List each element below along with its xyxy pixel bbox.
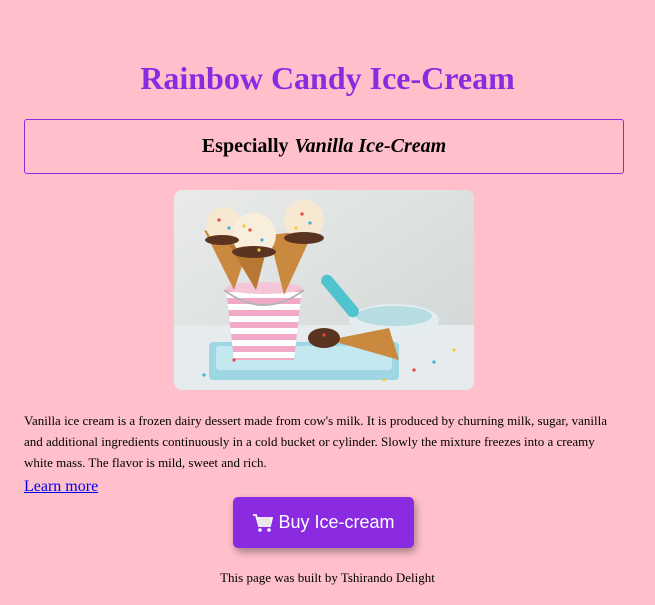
ice-cream-illustration [174,190,474,390]
footer-credit: This page was built by Tshirando Delight [220,570,435,585]
page-title: Rainbow Candy Ice-Cream [140,60,515,96]
cart-icon [252,513,274,533]
subtitle-prefix: Especially [201,135,289,157]
description: Vanilla ice cream is a frozen dairy dess… [24,413,608,470]
buy-button-label: Buy Ice-cream [278,512,395,532]
learn-more-link[interactable]: Learn more [24,478,98,496]
hero-image [174,190,474,390]
subtitle-emphasis: Vanilla Ice-Cream [294,135,447,157]
buy-ice-cream-button[interactable]: Buy Ice-cream [233,497,414,548]
subtitle-box: Especially Vanilla Ice-Cream [24,119,624,174]
